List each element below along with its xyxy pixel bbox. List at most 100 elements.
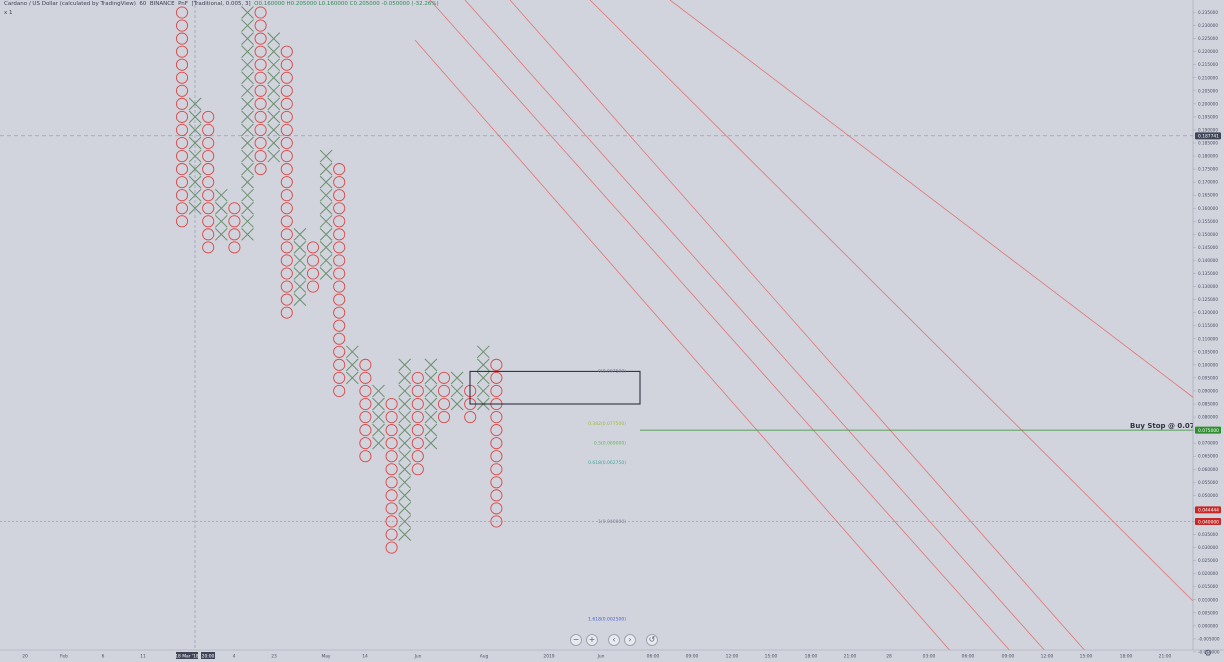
price-tick-label: 0.195000 (1198, 114, 1218, 119)
symbol-title[interactable]: Cardano / US Dollar (calculated by Tradi… (4, 1, 136, 7)
low-price-tag: 0.044444 (1198, 508, 1219, 514)
price-tick-label: 0.120000 (1198, 310, 1218, 315)
price-tick-label: 0.030000 (1198, 545, 1218, 550)
fib-level-label: 1.618(0.002500) (588, 617, 626, 623)
price-tick-label: 0.090000 (1198, 388, 1218, 393)
time-tick-label: Aug (480, 654, 489, 660)
price-tick-label: 0.055000 (1198, 480, 1218, 485)
exchange-label: BINANCE (149, 1, 175, 7)
price-tick-label: 0.145000 (1198, 245, 1218, 250)
price-tick-label: 0.020000 (1198, 571, 1218, 576)
price-tick-label: 0.200000 (1198, 101, 1218, 106)
current-price-tag: 0.187741 (1198, 134, 1219, 140)
time-tick-label: 09:00 (1002, 654, 1015, 660)
time-tick-label: 15:00 (765, 654, 778, 660)
price-tick-label: 0.095000 (1198, 375, 1218, 380)
price-tick-label: 0.225000 (1198, 36, 1218, 41)
price-tick-label: 0.110000 (1198, 336, 1218, 341)
price-tick-label: 0.185000 (1198, 141, 1218, 146)
time-tick-label: 15:00 (1080, 654, 1093, 660)
time-tick-label: 6 (102, 654, 105, 660)
buy-stop-label: Buy Stop @ 0.075 (1130, 422, 1200, 430)
time-cursor-tag: 20:00 (202, 654, 215, 660)
low-price-tag: 0.040000 (1198, 519, 1219, 525)
fib-level-label: 1(0.040000) (598, 519, 626, 525)
price-tick-label: 0.230000 (1198, 23, 1218, 28)
buy-stop-tag: 0.075000 (1198, 428, 1219, 434)
price-tick-label: 0.140000 (1198, 258, 1218, 263)
price-tick-label: 0.210000 (1198, 75, 1218, 80)
gear-icon[interactable]: ⚙ (1204, 649, 1212, 659)
price-tick-label: -0.005000 (1198, 636, 1220, 641)
price-tick-label: 0.160000 (1198, 206, 1218, 211)
reset-chart-button[interactable]: ↺ (646, 634, 658, 646)
price-tick-label: 0.080000 (1198, 415, 1218, 420)
time-tick-label: 03:00 (923, 654, 936, 660)
time-tick-label: Jun (597, 654, 605, 660)
chart-header: Cardano / US Dollar (calculated by Tradi… (4, 1, 439, 7)
zoom-out-button[interactable]: − (570, 634, 582, 646)
chart-stage[interactable]: Buy Stop @ 0.075 0(0.097500) 0.382(0.07750… (0, 0, 1224, 662)
price-tick-label: 0.135000 (1198, 271, 1218, 276)
time-tick-label: 18:00 (1120, 654, 1133, 660)
time-tick-label: 12:00 (1041, 654, 1054, 660)
time-tick-label: 2019 (543, 654, 554, 660)
price-tick-label: 0.125000 (1198, 297, 1218, 302)
price-tick-label: 0.035000 (1198, 532, 1218, 537)
time-tick-label: 23 (271, 654, 277, 660)
zoom-in-button[interactable]: + (586, 634, 598, 646)
price-tick-label: 0.100000 (1198, 362, 1218, 367)
time-tick-label: May (321, 654, 330, 660)
time-tick-label: 21:00 (1159, 654, 1172, 660)
price-tick-label: 0.005000 (1198, 610, 1218, 615)
price-tick-label: 0.220000 (1198, 49, 1218, 54)
price-tick-label: 0.170000 (1198, 180, 1218, 185)
price-tick-label: 0.025000 (1198, 558, 1218, 563)
price-tick-label: 0.205000 (1198, 88, 1218, 93)
price-tick-label: 0.015000 (1198, 584, 1218, 589)
ohlc-readout: O0.160000 H0.205000 L0.160000 C0.205000 … (254, 1, 439, 7)
fib-level-label: 0.5(0.069000) (594, 440, 626, 446)
time-tick-label: 18:00 (805, 654, 818, 660)
time-tick-label: 09:00 (686, 654, 699, 660)
time-tick-label: 4 (233, 654, 236, 660)
scroll-left-button[interactable]: ‹ (608, 634, 620, 646)
price-tick-label: 0.150000 (1198, 232, 1218, 237)
pnf-chart[interactable]: Buy Stop @ 0.075 0(0.097500) 0.382(0.07750… (0, 0, 1224, 662)
time-tick-label: 20 (22, 654, 28, 660)
time-tick-label: 12:00 (726, 654, 739, 660)
price-tick-label: 0.070000 (1198, 441, 1218, 446)
interval-label[interactable]: 60 (139, 1, 146, 7)
time-cursor-tag: 18 Mar '18 (175, 654, 199, 660)
price-tick-label: 0.060000 (1198, 467, 1218, 472)
price-tick-label: 0.165000 (1198, 193, 1218, 198)
price-tick-label: 0.155000 (1198, 219, 1218, 224)
scroll-right-button[interactable]: › (624, 634, 636, 646)
price-tick-label: 0.105000 (1198, 349, 1218, 354)
sub-indicator-label[interactable]: x 1 (4, 10, 13, 16)
time-tick-label: 28 (886, 654, 892, 660)
chart-background (0, 0, 1224, 662)
time-tick-label: Feb (60, 654, 68, 660)
time-tick-label: 06:00 (647, 654, 660, 660)
price-tick-label: 0.190000 (1198, 127, 1218, 132)
chart-type-label: PnF (178, 1, 188, 7)
price-tick-label: 0.235000 (1198, 10, 1218, 15)
price-tick-label: 0.180000 (1198, 154, 1218, 159)
time-tick-label: Jun (414, 654, 422, 660)
price-tick-label: 0.215000 (1198, 62, 1218, 67)
fib-level-label: 0.382(0.077500) (588, 421, 626, 427)
price-tick-label: 0.115000 (1198, 323, 1218, 328)
price-tick-label: 0.130000 (1198, 284, 1218, 289)
price-tick-label: 0.000000 (1198, 623, 1218, 628)
zoom-controls: − + ‹ › ↺ (570, 634, 658, 646)
price-tick-label: 0.050000 (1198, 493, 1218, 498)
price-tick-label: 0.065000 (1198, 454, 1218, 459)
chart-params-label: [Traditional, 0.005, 3] (191, 1, 251, 7)
price-tick-label: 0.175000 (1198, 167, 1218, 172)
time-tick-label: 06:00 (962, 654, 975, 660)
fib-level-label: 0.618(0.062750) (588, 460, 626, 466)
time-tick-label: 21:00 (844, 654, 857, 660)
time-tick-label: 11 (140, 654, 146, 660)
price-tick-label: 0.010000 (1198, 597, 1218, 602)
